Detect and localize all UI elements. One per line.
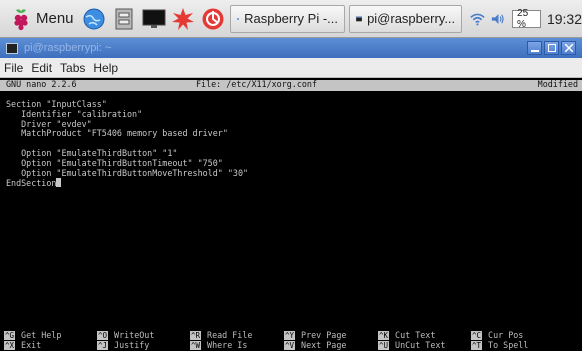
menu-file[interactable]: File (4, 61, 23, 75)
clock[interactable]: 19:32 (547, 11, 582, 27)
nano-modified-status: Modified (537, 79, 578, 89)
shortcut-column: ^G Get Help ^X Exit (4, 330, 96, 351)
nano-version: GNU nano 2.2.6 (6, 79, 77, 89)
window-title-bar[interactable]: pi@raspberrypi: ~ (0, 38, 582, 58)
shortcut-key: ^R (190, 331, 202, 341)
cpu-monitor[interactable]: 25 % (512, 7, 541, 30)
shortcut-key: ^Y (284, 331, 296, 341)
terminal-area[interactable]: GNU nano 2.2.6 File: /etc/X11/xorg.conf … (0, 78, 582, 351)
shortcut-key: ^V (284, 341, 296, 351)
shortcut-uncut-text[interactable]: ^U UnCut Text (378, 339, 470, 351)
menu-help[interactable]: Help (93, 61, 118, 75)
menu-button[interactable]: Menu (6, 4, 78, 34)
terminal-launcher[interactable] (141, 5, 167, 33)
shortcut-column: ^R Read File ^W Where Is (190, 330, 282, 351)
wifi-icon[interactable] (470, 11, 485, 27)
editor-buffer[interactable]: Section "InputClass" Identifier "calibra… (6, 99, 576, 188)
shortcut-key: ^K (378, 331, 390, 341)
minimize-button[interactable] (527, 41, 542, 55)
shortcut-column: ^C Cur Pos ^T To Spell (471, 330, 563, 351)
taskbar-task-label: Raspberry Pi -... (244, 11, 339, 26)
shortcut-column: ^K Cut Text ^U UnCut Text (378, 330, 470, 351)
raspberry-pi-logo-icon (14, 8, 28, 30)
monitor-icon (142, 9, 166, 28)
buffer-line: Option "EmulateThirdButtonMoveThreshold"… (6, 167, 249, 178)
maximize-button[interactable] (544, 41, 559, 55)
shortcut-key: ^C (471, 331, 483, 341)
taskbar-task-terminal[interactable]: pi@raspberry... (349, 4, 463, 33)
terminal-icon (356, 16, 363, 21)
file-cabinet-icon (115, 8, 133, 29)
globe-icon (237, 17, 240, 20)
cpu-usage: 25 % (517, 7, 529, 30)
shortcut-column: ^O WriteOut ^J Justify (97, 330, 189, 351)
maximize-icon (547, 44, 556, 52)
nano-header-bar: GNU nano 2.2.6 File: /etc/X11/xorg.conf … (0, 79, 582, 91)
system-tray: 25 % 19:32 (470, 7, 582, 30)
nano-file-name: File: /etc/X11/xorg.conf (196, 79, 318, 89)
wolfram-launcher[interactable] (200, 5, 226, 33)
text-cursor (56, 178, 62, 188)
shortcut-label: To Spell (488, 339, 529, 350)
shortcut-where-is[interactable]: ^W Where Is (190, 339, 282, 351)
window-title: pi@raspberrypi: ~ (24, 42, 112, 54)
shortcut-label: Where Is (207, 339, 248, 350)
shortcut-key: ^X (4, 341, 16, 351)
close-button[interactable] (561, 41, 576, 55)
shortcut-key: ^J (97, 341, 109, 351)
red-circle-app-icon (202, 8, 224, 29)
shortcut-next-page[interactable]: ^V Next Page (284, 339, 376, 351)
shortcut-label: UnCut Text (395, 339, 446, 350)
shortcut-column: ^Y Prev Page ^V Next Page (284, 330, 376, 351)
file-manager-launcher[interactable] (111, 5, 137, 33)
shortcut-label: Exit (21, 339, 42, 350)
shortcut-key: ^T (471, 341, 483, 351)
taskbar-task-label: pi@raspberry... (367, 11, 456, 26)
shortcut-label: Justify (114, 339, 150, 350)
shortcut-justify[interactable]: ^J Justify (97, 339, 189, 351)
taskbar-task-browser[interactable]: Raspberry Pi -... (230, 4, 346, 33)
shortcut-key: ^G (4, 331, 16, 341)
volume-icon[interactable] (491, 11, 506, 27)
starburst-icon (172, 7, 195, 30)
buffer-line-text: EndSection (6, 178, 57, 189)
window-controls (527, 41, 576, 55)
shortcut-exit[interactable]: ^X Exit (4, 339, 96, 351)
minimize-icon (530, 50, 539, 52)
terminal-icon (6, 42, 18, 54)
shortcut-label: Next Page (301, 339, 347, 350)
nano-shortcut-bar: ^G Get Help ^X Exit ^O WriteOut ^J Justify ^… (4, 330, 582, 351)
globe-icon (83, 8, 105, 29)
shortcut-to-spell[interactable]: ^T To Spell (471, 339, 563, 351)
menu-tabs[interactable]: Tabs (60, 61, 85, 75)
shortcut-key: ^O (97, 331, 109, 341)
menu-edit[interactable]: Edit (31, 61, 52, 75)
buffer-line-last: EndSection (6, 178, 576, 188)
shortcut-key: ^U (378, 341, 390, 351)
web-browser-launcher[interactable] (82, 5, 108, 33)
menu-bar: File Edit Tabs Help (0, 58, 582, 78)
math-launcher[interactable] (171, 5, 197, 33)
shortcut-key: ^W (190, 341, 202, 351)
menu-label: Menu (36, 10, 74, 27)
shortcut-get-help[interactable]: ^G Get Help (4, 330, 96, 341)
close-icon (564, 44, 573, 52)
taskbar: Menu Raspberry Pi -... pi@raspberry... 2… (0, 0, 582, 38)
buffer-line: MatchProduct "FT5406 memory based driver… (6, 128, 228, 139)
